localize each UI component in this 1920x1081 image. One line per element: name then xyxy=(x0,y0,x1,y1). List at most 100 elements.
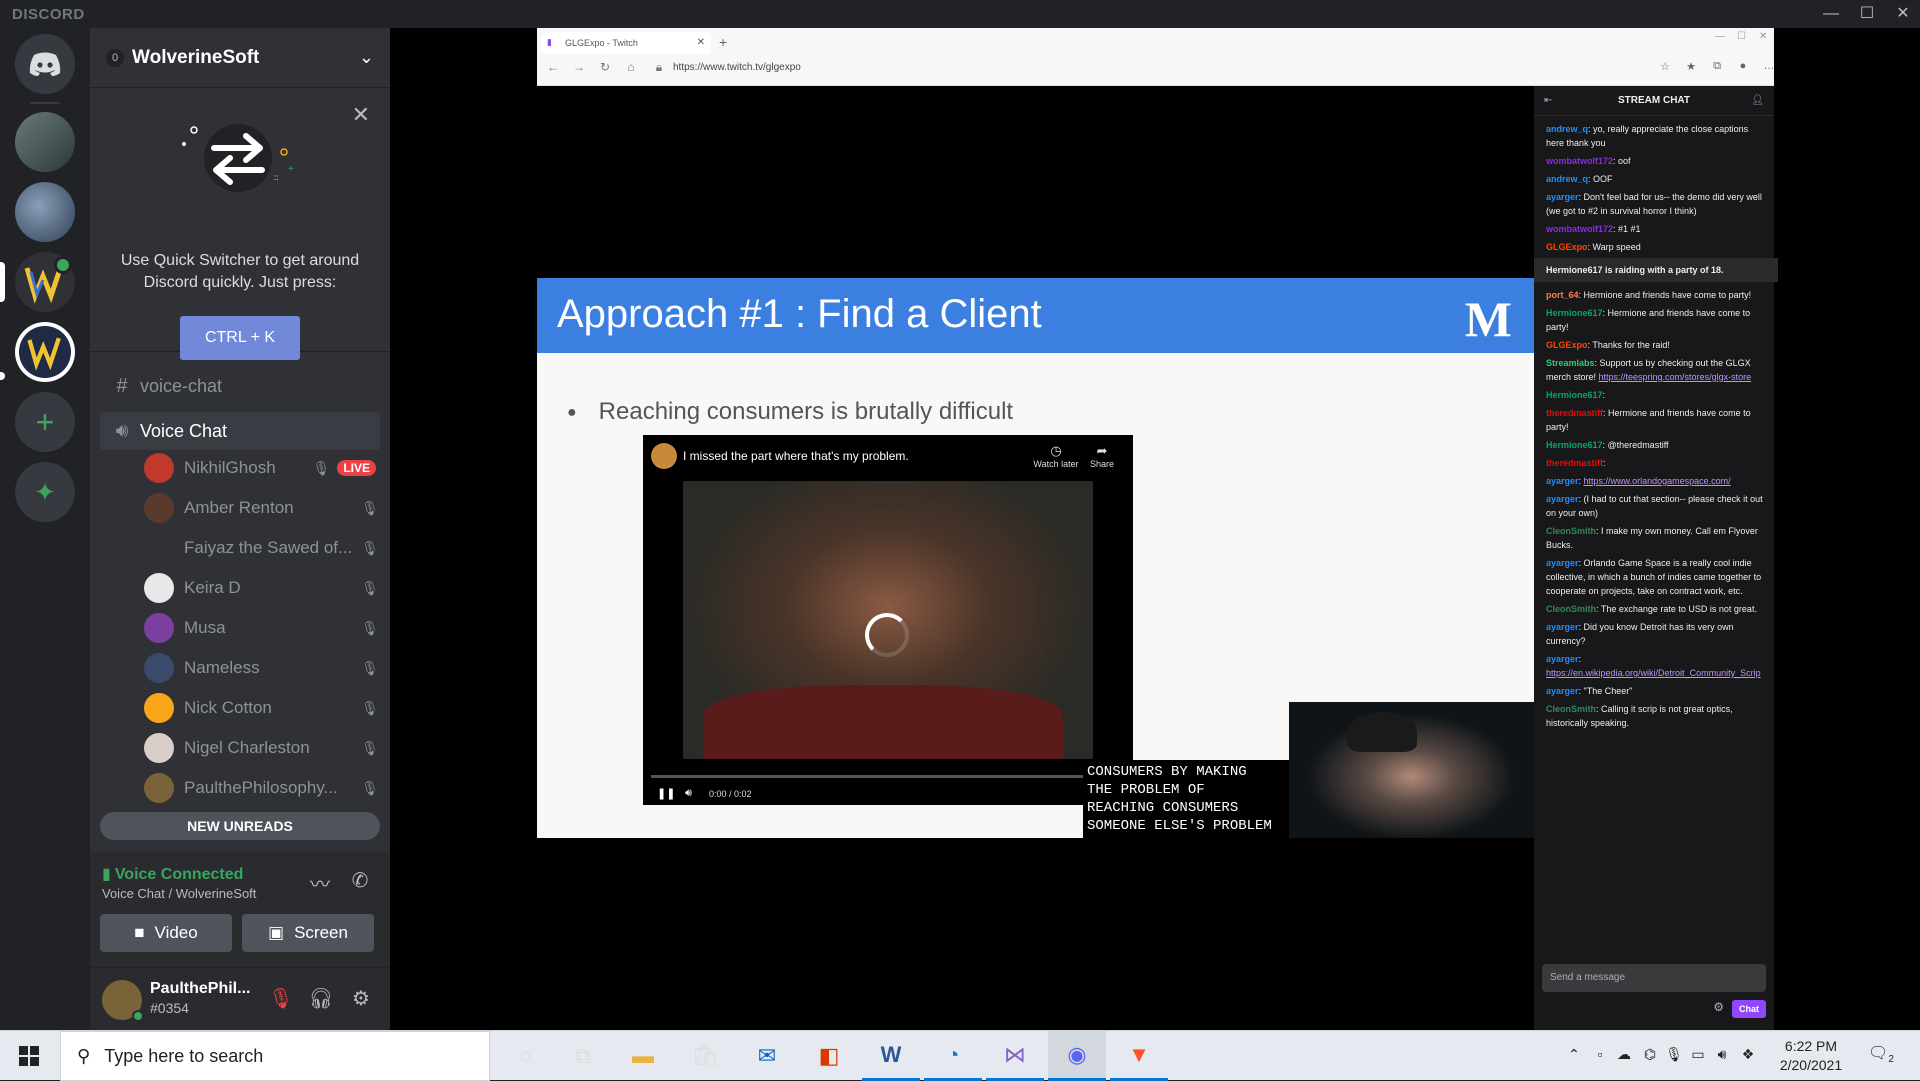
chat-username[interactable]: ayarger xyxy=(1546,654,1579,664)
video-button[interactable]: ■ Video xyxy=(100,914,232,952)
close-button[interactable]: ✕ xyxy=(1886,2,1920,26)
voice-user[interactable]: Amber Renton 🎙︎ xyxy=(144,490,380,526)
mail-icon[interactable]: ✉ xyxy=(738,1031,796,1081)
chat-username[interactable]: ayarger xyxy=(1546,622,1579,632)
chat-link[interactable]: https://www.orlandogamespace.com/ xyxy=(1584,476,1731,486)
browser-tab[interactable]: ▮ GLGExpo - Twitch ✕ xyxy=(541,32,711,54)
forward-icon[interactable]: → xyxy=(571,60,587,76)
video-progress-bar[interactable] xyxy=(651,775,1125,778)
chat-username[interactable]: Hermione617 xyxy=(1546,440,1603,450)
chat-username[interactable]: Hermione617 xyxy=(1546,390,1603,400)
chat-username[interactable]: wombatwolf172 xyxy=(1546,224,1613,234)
file-explorer-icon[interactable]: ▬ xyxy=(614,1031,672,1081)
volume-icon[interactable]: 🔊︎ xyxy=(1712,1046,1732,1066)
address-bar[interactable]: https://www.twitch.tv/glgexpo xyxy=(673,59,1233,77)
reload-icon[interactable]: ↻ xyxy=(597,60,613,76)
voice-connected-status[interactable]: ▮ Voice Connected xyxy=(102,864,243,884)
server-header[interactable]: 0 WolverineSoft ⌄ xyxy=(90,28,390,88)
chat-username[interactable]: port_64 xyxy=(1546,290,1579,300)
home-icon[interactable]: ⌂ xyxy=(623,60,639,76)
dropbox-icon[interactable]: ❖ xyxy=(1738,1046,1758,1066)
tray-app-icon[interactable]: ▫ xyxy=(1590,1046,1610,1066)
chat-settings-icon[interactable]: ⚙ xyxy=(1713,1000,1724,1014)
chat-username[interactable]: ayarger xyxy=(1546,192,1579,202)
notification-icon[interactable]: 🗨︎2 xyxy=(1868,1043,1894,1065)
chat-username[interactable]: ayarger xyxy=(1546,494,1579,504)
taskbar-search[interactable]: ⚲ Type here to search xyxy=(60,1031,490,1081)
gear-icon[interactable]: ⚙ xyxy=(348,986,374,1012)
server-icon-wolverinesoft[interactable] xyxy=(15,322,75,382)
chat-username[interactable]: andrew_q xyxy=(1546,174,1588,184)
server-icon-1[interactable] xyxy=(15,112,75,172)
screen-share-button[interactable]: ▣ Screen xyxy=(242,914,374,952)
chat-username[interactable]: Hermione617 xyxy=(1546,308,1603,318)
favorite-icon[interactable]: ☆ xyxy=(1657,60,1673,76)
collections-icon[interactable]: ⧉ xyxy=(1709,60,1725,76)
voice-user[interactable]: Nigel Charleston 🎙︎ xyxy=(144,730,380,766)
share-button[interactable]: ➦ Share xyxy=(1077,443,1127,469)
taskbar-clock[interactable]: 6:22 PM 2/20/2021 xyxy=(1766,1037,1856,1075)
stream-view[interactable]: ▮ GLGExpo - Twitch ✕ + ← → ↻ ⌂ 🔒︎ https:… xyxy=(390,28,1920,1030)
chat-username[interactable]: GLGExpo xyxy=(1546,340,1588,350)
chat-username[interactable]: andrew_q xyxy=(1546,124,1588,134)
chat-username[interactable]: Streamlabs xyxy=(1546,358,1595,368)
voice-user[interactable]: NikhilGhosh 🎙︎ LIVE xyxy=(144,450,380,486)
start-button[interactable] xyxy=(0,1031,58,1081)
voice-user[interactable]: Faiyaz the Sawed of... 🎙︎ xyxy=(144,530,380,566)
voice-user[interactable]: PaulthePhilosophy... 🎙︎ xyxy=(144,770,380,806)
new-unreads-button[interactable]: NEW UNREADS xyxy=(100,812,380,840)
show-hidden-icons-icon[interactable]: ⌃ xyxy=(1564,1046,1584,1066)
chat-username[interactable]: ayarger xyxy=(1546,686,1579,696)
chat-username[interactable]: ayarger xyxy=(1546,476,1579,486)
word-icon[interactable]: W xyxy=(862,1031,920,1081)
onedrive-icon[interactable]: ☁ xyxy=(1614,1046,1634,1066)
volume-icon[interactable]: 🔊︎ xyxy=(685,787,692,800)
minimize-button[interactable]: — xyxy=(1814,2,1848,26)
new-tab-button[interactable]: + xyxy=(719,34,727,50)
chat-link[interactable]: https://en.wikipedia.org/wiki/Detroit_Co… xyxy=(1546,668,1761,678)
maximize-button[interactable]: ☐ xyxy=(1850,2,1884,26)
collapse-chat-icon[interactable]: ⇤ xyxy=(1544,86,1552,116)
chat-link[interactable]: https://teespring.com/stores/glgx-store xyxy=(1599,372,1752,382)
office-icon[interactable]: ◧ xyxy=(800,1031,858,1081)
chat-username[interactable]: GLGExpo xyxy=(1546,242,1588,252)
edge-icon[interactable]: ◔ xyxy=(924,1031,982,1081)
add-server-button[interactable]: + xyxy=(15,392,75,452)
mute-mic-icon[interactable]: 🎙︎ xyxy=(268,986,294,1012)
chat-input[interactable]: Send a message xyxy=(1542,964,1766,992)
voice-user[interactable]: Nameless 🎙︎ xyxy=(144,650,380,686)
chat-username[interactable]: CleonSmith xyxy=(1546,526,1596,536)
store-icon[interactable]: 🛍︎ xyxy=(676,1031,734,1081)
back-icon[interactable]: ← xyxy=(545,60,561,76)
microphone-icon[interactable]: 🎙︎ xyxy=(1664,1046,1684,1066)
close-icon[interactable]: ✕ xyxy=(352,102,370,128)
brave-icon[interactable]: ▼ xyxy=(1110,1031,1168,1081)
chat-send-button[interactable]: Chat xyxy=(1732,1000,1766,1018)
chat-username[interactable]: ayarger xyxy=(1546,558,1579,568)
noise-suppression-icon[interactable]: 〰 xyxy=(308,868,332,896)
headphones-icon[interactable]: 🎧︎ xyxy=(308,986,334,1012)
quick-switcher-shortcut-button[interactable]: CTRL + K xyxy=(180,316,300,360)
chat-username[interactable]: wombatwolf172 xyxy=(1546,156,1613,166)
cortana-icon[interactable]: ○ xyxy=(496,1031,554,1081)
pause-icon[interactable]: ❚❚ xyxy=(657,787,675,800)
task-view-icon[interactable]: ⧉ xyxy=(554,1031,612,1081)
voice-user[interactable]: Musa 🎙︎ xyxy=(144,610,380,646)
discord-icon[interactable]: ◉ xyxy=(1048,1031,1106,1081)
explore-servers-button[interactable]: ✦ xyxy=(15,462,75,522)
more-icon[interactable]: … xyxy=(1761,60,1777,76)
chat-username[interactable]: theredmastiff xyxy=(1546,408,1603,418)
voice-user[interactable]: Keira D 🎙︎ xyxy=(144,570,380,606)
channel-voice-chat[interactable]: 🔊︎ Voice Chat xyxy=(100,412,380,450)
watch-later-button[interactable]: ◷ Watch later xyxy=(1031,443,1081,469)
browser-close-icon[interactable]: ✕ xyxy=(1759,31,1767,42)
embedded-video-player[interactable]: I missed the part where that's my proble… xyxy=(643,435,1133,805)
voice-user[interactable]: Nick Cotton 🎙︎ xyxy=(144,690,380,726)
visual-studio-icon[interactable]: ⋈ xyxy=(986,1031,1044,1081)
home-button[interactable] xyxy=(15,34,75,94)
chat-username[interactable]: theredmastiff xyxy=(1546,458,1603,468)
browser-minimize-icon[interactable]: — xyxy=(1715,31,1725,42)
profile-icon[interactable]: ● xyxy=(1735,60,1751,76)
chat-username[interactable]: CleonSmith xyxy=(1546,704,1596,714)
channel-voice-chat-text[interactable]: # voice-chat xyxy=(100,370,380,402)
